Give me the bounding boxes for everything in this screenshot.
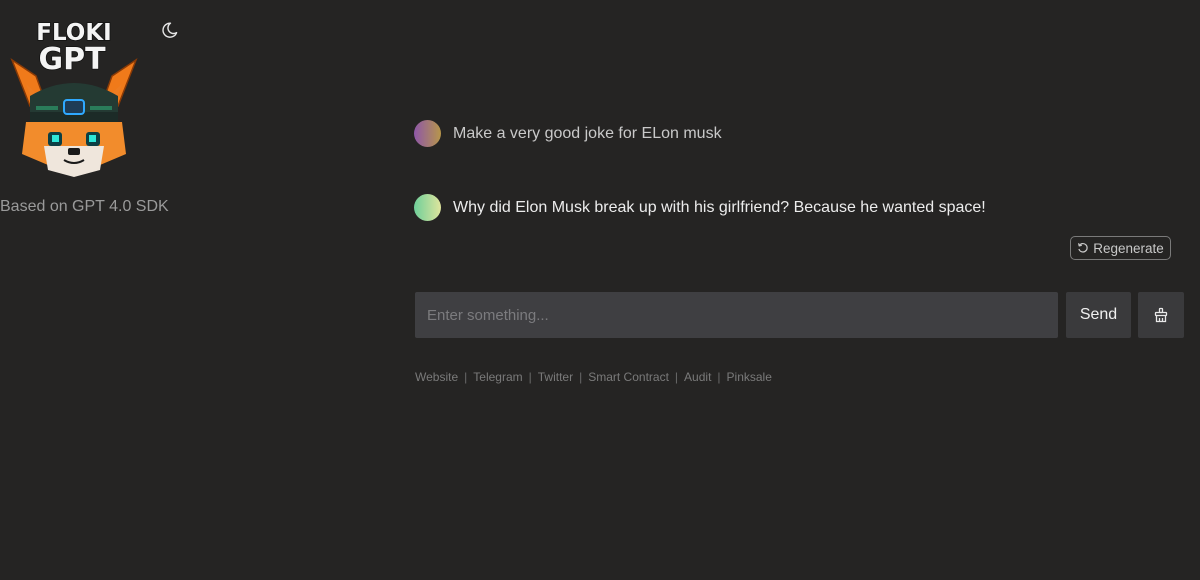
separator: | [674,370,679,384]
link-twitter[interactable]: Twitter [538,370,573,384]
chat-message-user: Make a very good joke for ELon musk [414,120,722,147]
page: FLOKI GPT Based on GPT 4.0 SDK Make a ve… [0,0,1200,580]
send-button[interactable]: Send [1066,292,1131,338]
refresh-icon [1078,242,1088,253]
link-smart-contract[interactable]: Smart Contract [588,370,669,384]
tagline: Based on GPT 4.0 SDK [0,198,169,215]
message-input[interactable] [415,292,1058,338]
footer-links: Website | Telegram | Twitter | Smart Contract |… [415,370,772,384]
separator: | [717,370,721,384]
link-pinksale[interactable]: Pinksale [727,370,772,384]
message-text: Make a very good joke for ELon musk [453,124,722,142]
link-audit[interactable]: Audit [684,370,711,384]
floki-viking-dog-logo-icon: FLOKI GPT [10,19,138,177]
message-text: Why did Elon Musk break up with his girl… [453,198,986,216]
chat-message-assistant: Why did Elon Musk break up with his girl… [414,194,986,221]
logo-line-2: GPT [38,42,106,77]
separator: | [528,370,532,384]
link-website[interactable]: Website [415,370,458,384]
separator: | [579,370,583,384]
theme-toggle-button[interactable] [158,19,180,41]
separator: | [464,370,468,384]
broom-icon [1154,307,1168,323]
link-telegram[interactable]: Telegram [473,370,522,384]
clear-button[interactable] [1138,292,1184,338]
user-avatar [414,120,441,147]
regenerate-button[interactable]: Regenerate [1070,236,1171,260]
regenerate-label: Regenerate [1093,240,1164,256]
moon-icon [162,22,178,38]
assistant-avatar [414,194,441,221]
floki-gpt-logo: FLOKI GPT [6,14,142,178]
